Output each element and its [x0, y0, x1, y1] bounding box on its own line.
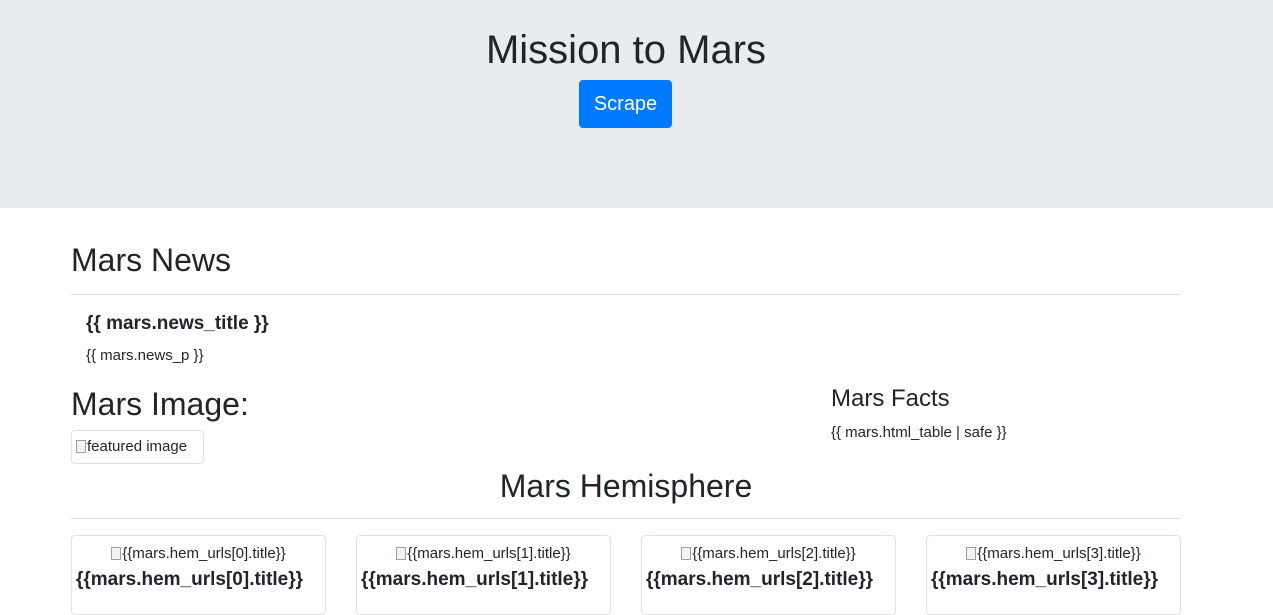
hemisphere-image: {{mars.hem_urls[3].title}}: [927, 544, 1180, 564]
broken-image-icon: [76, 440, 86, 453]
hemisphere-card: {{mars.hem_urls[2].title}} {{mars.hem_ur…: [641, 535, 896, 615]
broken-image-icon: [396, 547, 407, 560]
hemisphere-image-alt: {{mars.hem_urls[0].title}}: [122, 545, 286, 562]
broken-image-icon: [111, 547, 122, 560]
mars-image-heading: Mars Image:: [71, 386, 249, 422]
hemisphere-title: {{mars.hem_urls[1].title}}: [361, 569, 589, 590]
featured-image-alt: featured image: [87, 438, 188, 455]
hemisphere-title: {{mars.hem_urls[0].title}}: [76, 569, 304, 590]
hemisphere-image: {{mars.hem_urls[2].title}}: [642, 544, 895, 564]
scrape-button[interactable]: Scrape: [579, 80, 672, 128]
mars-facts-table: {{ mars.html_table | safe }}: [831, 424, 1007, 441]
hemisphere-card: {{mars.hem_urls[1].title}} {{mars.hem_ur…: [356, 535, 611, 615]
broken-image-icon: [681, 547, 692, 560]
mars-news-heading: Mars News: [71, 242, 232, 278]
hemisphere-image: {{mars.hem_urls[0].title}}: [72, 544, 325, 564]
hemisphere-card: {{mars.hem_urls[0].title}} {{mars.hem_ur…: [71, 535, 326, 615]
hemisphere-divider: [71, 518, 1181, 519]
news-title: {{ mars.news_title }}: [86, 313, 269, 334]
hemisphere-image-alt: {{mars.hem_urls[3].title}}: [977, 545, 1141, 562]
featured-image: featured image: [71, 430, 204, 464]
broken-image-icon: [966, 547, 977, 560]
hemisphere-image-alt: {{mars.hem_urls[2].title}}: [692, 545, 856, 562]
hemisphere-image: {{mars.hem_urls[1].title}}: [357, 544, 610, 564]
page-title: Mission to Mars: [485, 28, 767, 72]
news-paragraph: {{ mars.news_p }}: [86, 347, 204, 364]
mars-hemisphere-heading: Mars Hemisphere: [499, 468, 753, 504]
mars-facts-heading: Mars Facts: [831, 385, 950, 412]
hemisphere-title: {{mars.hem_urls[2].title}}: [646, 569, 874, 590]
jumbotron-header: Mission to Mars Scrape: [0, 0, 1273, 208]
hemisphere-card: {{mars.hem_urls[3].title}} {{mars.hem_ur…: [926, 535, 1181, 615]
hemisphere-image-alt: {{mars.hem_urls[1].title}}: [407, 545, 571, 562]
news-divider: [71, 294, 1181, 295]
hemisphere-title: {{mars.hem_urls[3].title}}: [931, 569, 1159, 590]
